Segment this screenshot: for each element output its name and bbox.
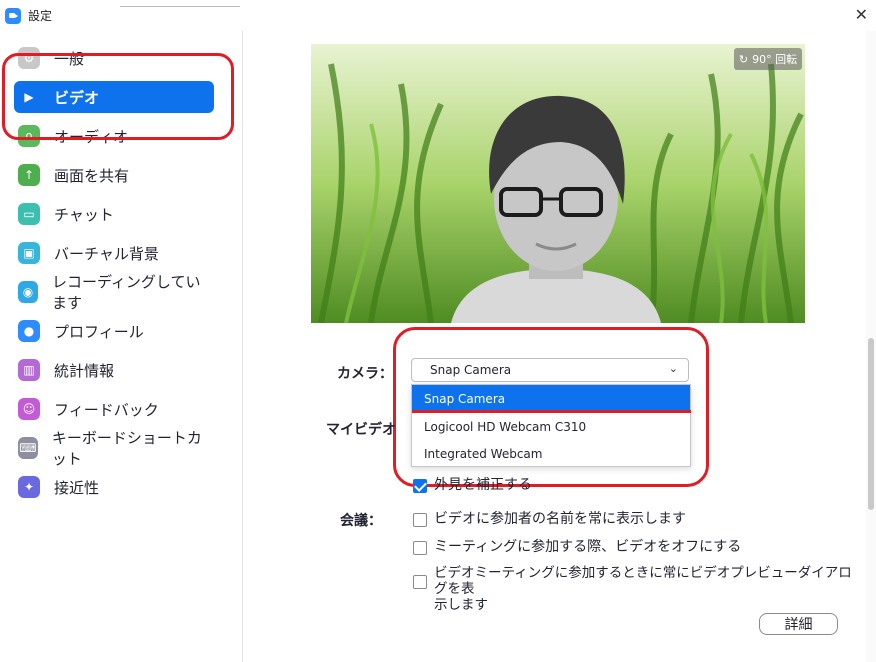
sidebar-item-record[interactable]: ◉ レコーディングしています [14,273,214,312]
sidebar-item-label: 統計情報 [54,361,115,380]
zoom-app-icon [5,8,21,24]
camera-label: カメラ： [337,366,393,382]
window-title: 設定 [28,9,53,23]
sidebar-item-label: フィードバック [54,400,159,419]
title-bar: 設定 ✕ [0,0,876,30]
feedback-smile-icon: ☺ [18,398,40,420]
sidebar-item-share-screen[interactable]: ↑ 画面を共有 [14,159,214,191]
sidebar-item-label: レコーディングしています [51,273,201,312]
sidebar-item-label: チャット [54,205,114,224]
background-window-edge [120,0,240,7]
close-icon[interactable]: ✕ [855,5,868,24]
touch-up-checkbox[interactable] [413,479,427,493]
sidebar-item-feedback-smile[interactable]: ☺ フィードバック [14,393,214,425]
sidebar-item-label: キーボードショートカット [51,429,202,468]
sidebar-item-statistics[interactable]: ▥ 統計情報 [14,354,214,386]
rotate-icon: ↻ [738,52,749,66]
accessibility-icon: ✦ [18,476,40,498]
statistics-icon: ▥ [18,359,40,381]
video-preview-dialog-label: ビデオミーティングに参加するときに常にビデオプレビューダイアログを表 示します [434,565,852,613]
annotation-highlight-camera-dropdown [393,327,709,487]
share-screen-icon: ↑ [18,164,40,186]
turn-off-video-checkbox[interactable] [413,541,427,555]
camera-preview [311,44,805,323]
sidebar-item-virtual-background[interactable]: ▣ バーチャル背景 [14,237,214,269]
rotate-label: 90° 回転 [752,53,798,66]
keyboard-icon: ⌨ [18,437,38,459]
sidebar-item-chat-bubble[interactable]: ▭ チャット [14,198,214,230]
always-show-names-label: ビデオに参加者の名前を常に表示します [434,511,686,527]
sidebar-item-keyboard[interactable]: ⌨ キーボードショートカット [14,429,214,468]
video-preview-dialog-checkbox[interactable] [413,575,427,589]
sidebar-item-label: 接近性 [54,478,100,497]
sidebar-item-label: 画面を共有 [54,166,130,185]
sidebar-item-label: プロフィール [54,322,144,341]
sidebar-item-profile[interactable]: ● プロフィール [14,315,214,347]
my-video-label: マイビデオ [326,422,396,438]
record-icon: ◉ [18,281,38,303]
sidebar-item-accessibility[interactable]: ✦ 接近性 [14,471,214,503]
touch-up-label: 外見を補正する [434,477,532,493]
details-button[interactable]: 詳細 [759,613,838,635]
chat-bubble-icon: ▭ [18,203,40,225]
rotate-90-button[interactable]: ↻ 90° 回転 [734,48,802,70]
turn-off-video-label: ミーティングに参加する際、ビデオをオフにする [434,539,742,555]
annotation-highlight-video-tab [2,53,234,140]
profile-icon: ● [18,320,40,342]
always-show-names-checkbox[interactable] [413,513,427,527]
preview-image [311,44,805,323]
scrollbar-thumb[interactable] [868,338,874,510]
sidebar-item-label: バーチャル背景 [54,244,159,263]
virtual-background-icon: ▣ [18,242,40,264]
meeting-label: 会議： [340,513,382,529]
